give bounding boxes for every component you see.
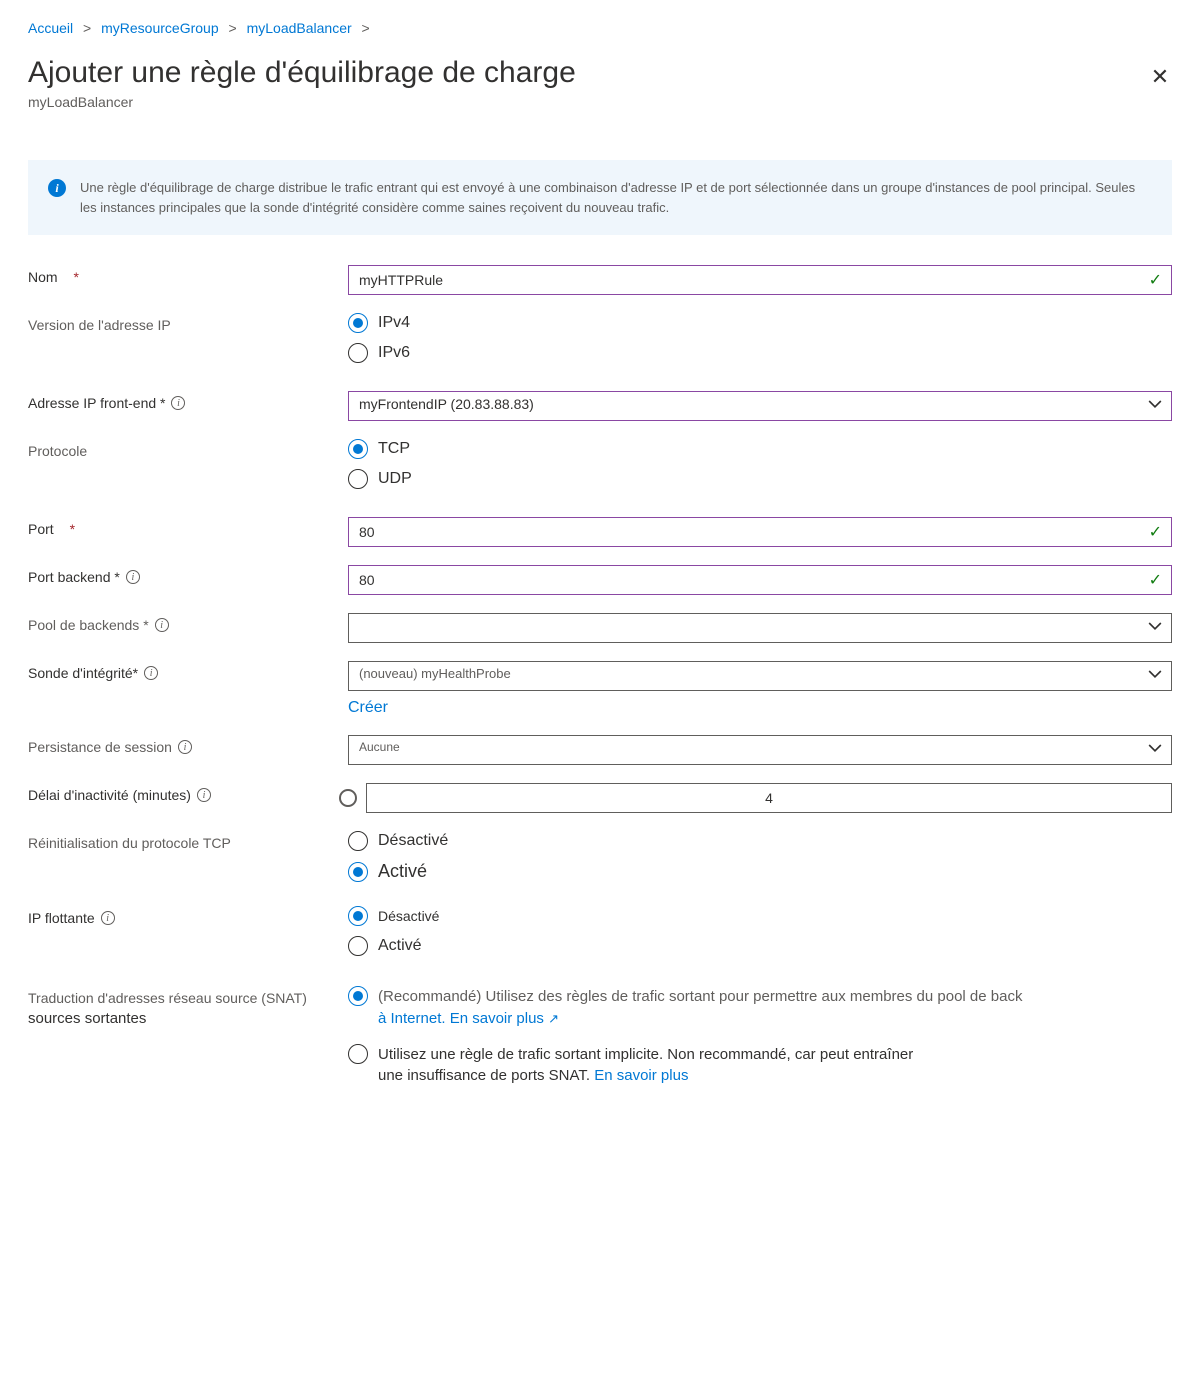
radio-label: Désactivé (378, 832, 448, 850)
radio-floating-disabled[interactable]: Désactivé (348, 906, 1172, 926)
info-tooltip-icon[interactable]: i (144, 666, 158, 680)
label-ip-version: Version de l'adresse IP (28, 313, 348, 333)
info-tooltip-icon[interactable]: i (101, 911, 115, 925)
breadcrumb-load-balancer[interactable]: myLoadBalancer (247, 20, 352, 36)
radio-icon (348, 343, 368, 363)
info-text: Une règle d'équilibrage de charge distri… (80, 178, 1152, 217)
frontend-ip-select[interactable]: myFrontendIP (20.83.88.83) (348, 391, 1172, 421)
radio-snat-implicit[interactable]: Utilisez une règle de trafic sortant imp… (348, 1044, 1172, 1088)
radio-ipv4[interactable]: IPv4 (348, 313, 1172, 333)
radio-icon (348, 831, 368, 851)
radio-snat-recommended[interactable]: (Recommandé) Utilisez des règles de traf… (348, 986, 1172, 1030)
label-floating-ip: IP flottante i (28, 906, 348, 926)
info-tooltip-icon[interactable]: i (126, 570, 140, 584)
required-icon: * (73, 269, 78, 285)
snat-text: une insuffisance de ports SNAT. En savoi… (378, 1067, 688, 1084)
snat-learn-more-link[interactable]: En savoir plus (594, 1067, 688, 1084)
label-backend-pool: Pool de backends * i (28, 613, 348, 633)
radio-icon (348, 1044, 368, 1064)
session-persistence-select[interactable]: Aucune (348, 735, 1172, 765)
label-frontend-ip: Adresse IP front-end * i (28, 391, 348, 411)
label-idle-timeout: Délai d'inactivité (minutes) i (28, 783, 348, 803)
snat-text: (Recommandé) Utilisez des règles de traf… (378, 988, 1022, 1005)
label-tcp-reset: Réinitialisation du protocole TCP (28, 831, 348, 851)
radio-icon (348, 439, 368, 459)
slider-thumb[interactable] (339, 789, 357, 807)
info-icon: i (48, 179, 66, 197)
info-tooltip-icon[interactable]: i (197, 788, 211, 802)
breadcrumb-sep-icon: > (229, 20, 237, 36)
radio-label: IPv6 (378, 344, 410, 362)
external-link-icon: ↗ (548, 1011, 559, 1026)
label-session-persistence: Persistance de session i (28, 735, 348, 755)
check-icon: ✓ (1149, 570, 1162, 590)
idle-timeout-input[interactable] (366, 783, 1172, 813)
backend-port-input[interactable] (348, 565, 1172, 595)
radio-icon (348, 936, 368, 956)
radio-label: TCP (378, 440, 410, 458)
backend-pool-select[interactable] (348, 613, 1172, 643)
label-name: Nom * (28, 265, 348, 285)
radio-icon (348, 313, 368, 333)
label-protocol: Protocole (28, 439, 348, 459)
health-probe-select[interactable]: (nouveau) myHealthProbe (348, 661, 1172, 691)
label-snat: Traduction d'adresses réseau source (SNA… (28, 986, 348, 1027)
page-subtitle: myLoadBalancer (28, 94, 576, 110)
radio-icon (348, 906, 368, 926)
required-icon: * (70, 521, 75, 537)
close-icon: ✕ (1151, 64, 1169, 89)
radio-label: UDP (378, 470, 412, 488)
breadcrumb-sep-icon: > (83, 20, 91, 36)
snat-learn-more-link[interactable]: à Internet. En savoir plus (378, 1010, 544, 1027)
label-health-probe: Sonde d'intégrité* i (28, 661, 348, 681)
radio-tcp[interactable]: TCP (348, 439, 1172, 459)
info-tooltip-icon[interactable]: i (178, 740, 192, 754)
info-banner: i Une règle d'équilibrage de charge dist… (28, 160, 1172, 235)
breadcrumb: Accueil > myResourceGroup > myLoadBalanc… (28, 20, 1172, 36)
radio-floating-enabled[interactable]: Activé (348, 936, 1172, 956)
radio-icon (348, 469, 368, 489)
snat-text: Utilisez une règle de trafic sortant imp… (378, 1046, 913, 1063)
radio-label: Désactivé (378, 908, 439, 924)
breadcrumb-resource-group[interactable]: myResourceGroup (101, 20, 219, 36)
check-icon: ✓ (1149, 270, 1162, 290)
create-probe-link[interactable]: Créer (348, 699, 388, 716)
radio-label: Activé (378, 937, 422, 955)
radio-ipv6[interactable]: IPv6 (348, 343, 1172, 363)
page-title: Ajouter une règle d'équilibrage de charg… (28, 56, 576, 90)
close-button[interactable]: ✕ (1148, 64, 1172, 90)
radio-label: IPv4 (378, 314, 410, 332)
info-tooltip-icon[interactable]: i (171, 396, 185, 410)
check-icon: ✓ (1149, 522, 1162, 542)
label-port: Port * (28, 517, 348, 537)
radio-udp[interactable]: UDP (348, 469, 1172, 489)
name-input[interactable] (348, 265, 1172, 295)
info-tooltip-icon[interactable]: i (155, 618, 169, 632)
breadcrumb-sep-icon: > (362, 20, 370, 36)
breadcrumb-home[interactable]: Accueil (28, 20, 73, 36)
label-backend-port: Port backend * i (28, 565, 348, 585)
radio-icon (348, 986, 368, 1006)
radio-tcp-reset-disabled[interactable]: Désactivé (348, 831, 1172, 851)
radio-icon (348, 862, 368, 882)
radio-tcp-reset-enabled[interactable]: Activé (348, 861, 1172, 882)
port-input[interactable] (348, 517, 1172, 547)
radio-label: Activé (378, 861, 427, 882)
